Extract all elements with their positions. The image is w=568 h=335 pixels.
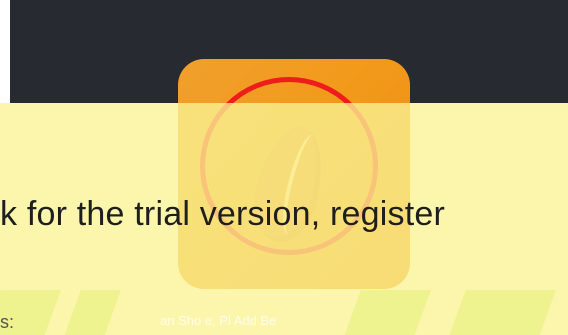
partial-label: s: — [0, 312, 15, 332]
faded-hint-text: an Sho e, Pl Add Be — [160, 313, 277, 328]
watermark-shapes — [0, 282, 568, 335]
trial-message: k for the trial version, register — [0, 195, 445, 233]
